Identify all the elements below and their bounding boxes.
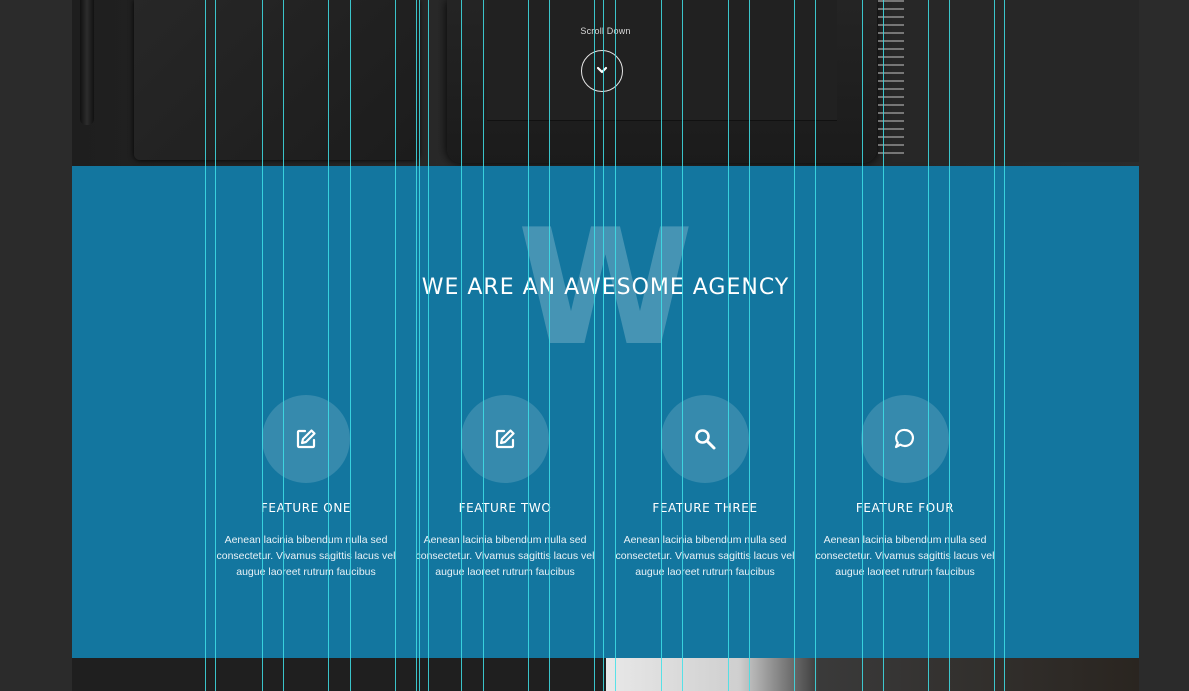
guide-line <box>794 0 795 691</box>
feature-description: Aenean lacinia bibendum nulla sed consec… <box>415 534 595 578</box>
guide-line <box>283 0 284 691</box>
feature-card-four: FEATURE FOUR Aenean lacinia bibendum nul… <box>805 395 1005 580</box>
feature-description: Aenean lacinia bibendum nulla sed consec… <box>216 534 396 578</box>
feature-icon-circle <box>262 395 350 483</box>
spiral-notebook-image <box>878 0 904 160</box>
artboard: Scroll Down W WE ARE AN AWESOME AGENCY F… <box>72 0 1139 691</box>
guide-line <box>928 0 929 691</box>
guide-line <box>661 0 662 691</box>
guide-line <box>205 0 206 691</box>
guide-line <box>483 0 484 691</box>
guide-line <box>528 0 529 691</box>
scroll-down-label: Scroll Down <box>580 26 631 36</box>
guide-line <box>615 0 616 691</box>
desk-image <box>892 0 1139 162</box>
guide-line <box>1004 0 1005 691</box>
guide-line <box>682 0 683 691</box>
guide-line <box>994 0 995 691</box>
feature-description: Aenean lacinia bibendum nulla sed consec… <box>815 534 995 578</box>
tablet-image <box>447 0 877 163</box>
feature-description: Aenean lacinia bibendum nulla sed consec… <box>615 534 795 578</box>
pencil-square-icon <box>296 429 316 449</box>
guide-line <box>728 0 729 691</box>
guide-line <box>949 0 950 691</box>
guide-line <box>603 0 604 691</box>
features-section: W WE ARE AN AWESOME AGENCY FEATURE ONE A… <box>72 166 1139 658</box>
guide-line <box>350 0 351 691</box>
guide-line <box>461 0 462 691</box>
guide-line <box>883 0 884 691</box>
guide-line <box>749 0 750 691</box>
guide-line <box>416 0 417 691</box>
office-image <box>606 658 1139 691</box>
feature-icon-circle <box>461 395 549 483</box>
feature-title: FEATURE TWO <box>458 501 552 515</box>
section-title: WE ARE AN AWESOME AGENCY <box>421 275 790 300</box>
notebook-image <box>134 0 419 160</box>
feature-card-one: FEATURE ONE Aenean lacinia bibendum null… <box>206 395 406 580</box>
pencil-square-icon <box>495 429 515 449</box>
search-icon <box>695 429 716 450</box>
speech-bubble-icon <box>894 428 914 449</box>
chevron-down-icon <box>596 66 608 74</box>
guide-line <box>428 0 429 691</box>
guide-line <box>594 0 595 691</box>
feature-icon-circle <box>661 395 749 483</box>
feature-title: FEATURE ONE <box>260 501 352 515</box>
guide-line <box>328 0 329 691</box>
feature-title: FEATURE THREE <box>652 501 758 515</box>
feature-title: FEATURE FOUR <box>855 501 955 515</box>
pen-image <box>80 0 94 125</box>
scroll-down-button[interactable] <box>581 50 623 92</box>
guide-line <box>262 0 263 691</box>
guide-line <box>862 0 863 691</box>
guide-line <box>815 0 816 691</box>
feature-card-two: FEATURE TWO Aenean lacinia bibendum null… <box>405 395 605 580</box>
feature-card-three: FEATURE THREE Aenean lacinia bibendum nu… <box>605 395 805 580</box>
feature-icon-circle <box>861 395 949 483</box>
hero-section: Scroll Down <box>72 0 1139 166</box>
guide-line <box>215 0 216 691</box>
next-section-preview <box>72 658 1139 691</box>
guide-line <box>395 0 396 691</box>
guide-line <box>419 0 420 691</box>
guide-line <box>549 0 550 691</box>
